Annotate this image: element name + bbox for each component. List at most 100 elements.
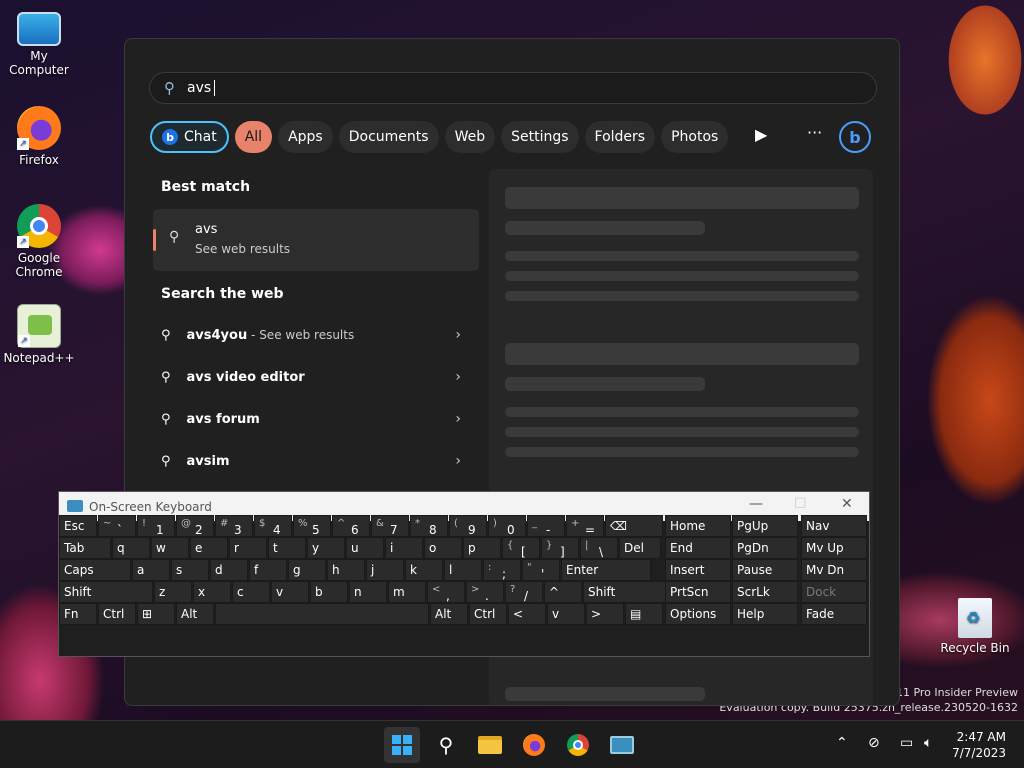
osk-nav-key[interactable]: Options — [665, 603, 731, 625]
osk-key[interactable]: Del — [619, 537, 661, 559]
osk-key[interactable]: % 5 — [293, 515, 331, 537]
maximize-button[interactable]: ☐ — [794, 496, 807, 512]
osk-key[interactable]: n — [349, 581, 387, 603]
osk-key[interactable]: w — [151, 537, 189, 559]
osk-key[interactable]: < — [508, 603, 546, 625]
osk-key[interactable]: $4 — [254, 515, 292, 537]
osk-key[interactable]: Ctrl — [469, 603, 507, 625]
osk-key[interactable]: * 8 — [410, 515, 448, 537]
osk-key[interactable]: @2 — [176, 515, 214, 537]
osk-key[interactable]: e — [190, 537, 228, 559]
osk-key[interactable]: u — [346, 537, 384, 559]
osk-key[interactable]: " ' — [522, 559, 560, 581]
osk-key[interactable]: p — [463, 537, 501, 559]
osk-key[interactable]: :; — [483, 559, 521, 581]
osk-key[interactable]: {[ — [502, 537, 540, 559]
osk-key[interactable]: r — [229, 537, 267, 559]
filter-web[interactable]: Web — [444, 121, 496, 153]
taskbar-firefox[interactable] — [516, 727, 552, 763]
more-options-icon[interactable]: ··· — [807, 123, 822, 142]
osk-key[interactable]: Fn — [59, 603, 97, 625]
desktop-icon-recycle-bin[interactable]: ♻ Recycle Bin — [936, 598, 1014, 655]
osk-key[interactable]: Enter — [561, 559, 651, 581]
show-hidden-icons-chevron-up-icon[interactable]: ⌃ — [836, 735, 848, 751]
osk-key[interactable]: (9 — [449, 515, 487, 537]
osk-key[interactable]: a — [132, 559, 170, 581]
osk-key[interactable]: ▤ — [625, 603, 663, 625]
osk-key[interactable]: Ctrl — [98, 603, 136, 625]
clock[interactable]: 2:47 AM 7/7/2023 — [952, 729, 1006, 761]
osk-key[interactable]: o — [424, 537, 462, 559]
start-button[interactable] — [384, 727, 420, 763]
volume-icon[interactable]: 🔈︎ — [924, 735, 932, 751]
osk-key[interactable]: _ - — [527, 515, 565, 537]
bing-chat-button[interactable]: b — [839, 121, 871, 153]
osk-key[interactable]: ! 1 — [137, 515, 175, 537]
osk-nav-key[interactable]: ScrLk — [732, 581, 798, 603]
filter-folders[interactable]: Folders — [584, 121, 656, 153]
web-result-avs4you[interactable]: ⚲ avs4you - See web results › — [161, 317, 461, 353]
osk-key[interactable]: m — [388, 581, 426, 603]
filter-documents[interactable]: Documents — [338, 121, 439, 153]
filter-chat[interactable]: b Chat — [150, 121, 229, 153]
osk-key[interactable]: Caps — [59, 559, 131, 581]
osk-key[interactable]: ^ — [544, 581, 582, 603]
osk-key[interactable]: h — [327, 559, 365, 581]
osk-key[interactable]: <, — [427, 581, 465, 603]
osk-nav-key[interactable]: Dock — [801, 581, 867, 603]
osk-nav-key[interactable]: Nav — [801, 515, 867, 537]
osk-key[interactable]: j — [366, 559, 404, 581]
osk-key[interactable]: Alt — [176, 603, 214, 625]
osk-key[interactable]: i — [385, 537, 423, 559]
osk-key[interactable]: Tab — [59, 537, 111, 559]
web-result-avs-video-editor[interactable]: ⚲ avs video editor › — [161, 359, 461, 395]
osk-key[interactable]: #3 — [215, 515, 253, 537]
osk-key[interactable]: }] — [541, 537, 579, 559]
osk-nav-key[interactable]: PgDn — [732, 537, 798, 559]
play-more-filters-icon[interactable]: ▶ — [755, 125, 767, 144]
web-result-avsim[interactable]: ⚲ avsim › — [161, 443, 461, 479]
osk-nav-key[interactable]: End — [665, 537, 731, 559]
osk-key[interactable]: Esc — [59, 515, 97, 537]
osk-key[interactable]: f — [249, 559, 287, 581]
desktop-icon-chrome[interactable]: ↗ Google Chrome — [0, 204, 78, 279]
osk-key[interactable]: y — [307, 537, 345, 559]
filter-settings[interactable]: Settings — [501, 121, 579, 153]
desktop-icon-my-computer[interactable]: My Computer — [0, 8, 78, 77]
osk-nav-key[interactable]: Help — [732, 603, 798, 625]
osk-key[interactable]: Shift — [59, 581, 153, 603]
osk-key[interactable]: v — [547, 603, 585, 625]
osk-nav-key[interactable]: Home — [665, 515, 731, 537]
osk-key[interactable]: ⊞ — [137, 603, 175, 625]
osk-key[interactable]: Shift — [583, 581, 675, 603]
osk-key[interactable]: c — [232, 581, 270, 603]
osk-key[interactable]: t — [268, 537, 306, 559]
osk-key[interactable]: + = — [566, 515, 604, 537]
osk-key[interactable]: ? / — [505, 581, 543, 603]
display-icon[interactable]: ▭ — [900, 735, 913, 751]
taskbar-search-button[interactable]: ⚲ — [428, 727, 464, 763]
osk-nav-key[interactable]: Insert — [665, 559, 731, 581]
osk-key[interactable]: q — [112, 537, 150, 559]
osk-key[interactable]: b — [310, 581, 348, 603]
close-button[interactable]: ✕ — [841, 496, 853, 512]
osk-key[interactable]: & 7 — [371, 515, 409, 537]
search-input[interactable]: ⚲ avs — [149, 72, 877, 104]
osk-nav-key[interactable]: PrtScn — [665, 581, 731, 603]
osk-key[interactable]: x — [193, 581, 231, 603]
taskbar-on-screen-keyboard[interactable] — [604, 727, 640, 763]
no-network-icon[interactable]: ⊘ — [868, 735, 880, 751]
taskbar-chrome[interactable] — [560, 727, 596, 763]
osk-nav-key[interactable]: Fade — [801, 603, 867, 625]
osk-key[interactable]: d — [210, 559, 248, 581]
osk-key[interactable]: ~ ` — [98, 515, 136, 537]
osk-key[interactable]: l — [444, 559, 482, 581]
osk-key[interactable]: v — [271, 581, 309, 603]
osk-nav-key[interactable]: Mv Up — [801, 537, 867, 559]
osk-key[interactable]: k — [405, 559, 443, 581]
osk-key[interactable]: s — [171, 559, 209, 581]
osk-key[interactable] — [215, 603, 429, 625]
osk-nav-key[interactable]: Pause — [732, 559, 798, 581]
desktop-icon-notepadpp[interactable]: ↗ Notepad++ — [0, 304, 78, 365]
filter-all[interactable]: All — [234, 121, 273, 153]
